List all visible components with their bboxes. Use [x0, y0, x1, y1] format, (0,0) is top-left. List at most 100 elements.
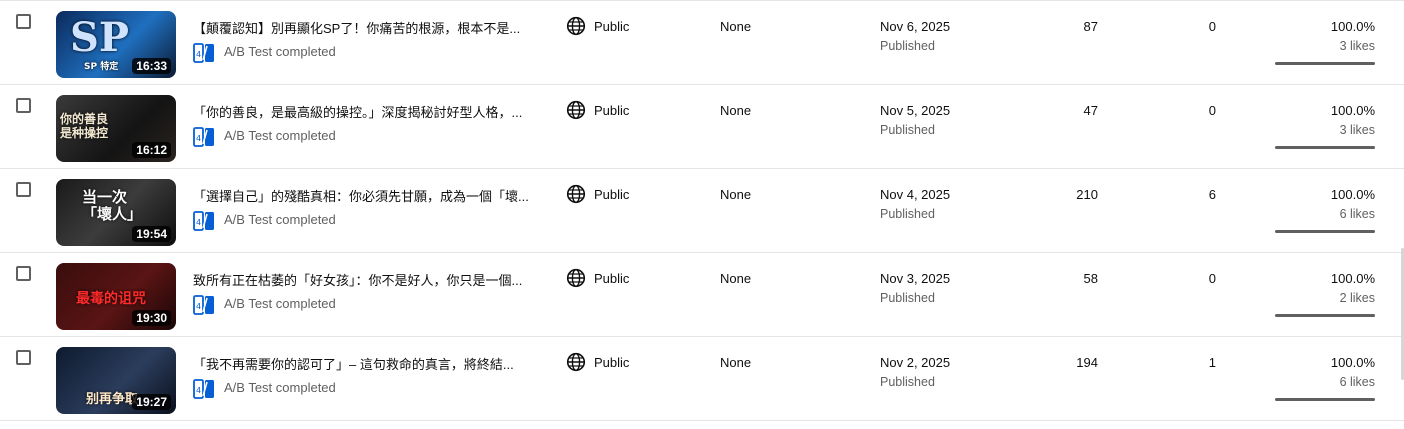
row-checkbox[interactable] — [16, 350, 31, 365]
ab-test-icon: 4 — [193, 211, 214, 231]
ab-test-icon: 4 — [193, 295, 214, 315]
video-title[interactable]: 「你的善良，是最高級的操控。」深度揭秘討好型人格，... — [193, 102, 533, 121]
likes-percentage: 100.0% — [1330, 187, 1375, 202]
publish-date: Nov 6, 2025 — [880, 19, 951, 34]
thumbnail-subcaption: SP 特定 — [84, 62, 119, 72]
likes-percentage: 100.0% — [1330, 271, 1375, 286]
likes-count: 2 likes — [1339, 291, 1375, 305]
ab-test-status: A/B Test completed — [224, 128, 336, 143]
thumbnail-caption: 你的善良 是种操控 — [60, 112, 109, 140]
views-count: 87 — [1083, 19, 1098, 34]
likes-bar-fill — [1275, 146, 1375, 149]
visibility-value[interactable]: Public — [594, 187, 629, 202]
globe-icon — [566, 268, 586, 288]
table-row[interactable]: 别再争取 19:27 「我不再需要你的認可了」– 這句救命的真言，將終結... … — [0, 337, 1404, 421]
publish-status: Published — [880, 123, 935, 137]
video-thumbnail[interactable]: SP SP 特定 16:33 — [56, 11, 176, 78]
video-duration: 19:54 — [132, 226, 171, 242]
likes-bar — [1275, 398, 1375, 401]
video-title[interactable]: 【顛覆認知】別再顯化SP了！你痛苦的根源，根本不是... — [193, 18, 533, 37]
likes-count: 6 likes — [1339, 207, 1375, 221]
visibility-value[interactable]: Public — [594, 271, 629, 286]
table-row[interactable]: 你的善良 是种操控 16:12 「你的善良，是最高級的操控。」深度揭秘討好型人格… — [0, 85, 1404, 169]
video-thumbnail[interactable]: 最毒的诅咒 19:30 — [56, 263, 176, 330]
svg-text:4: 4 — [196, 50, 201, 59]
ab-test-icon: 4 — [193, 43, 214, 63]
likes-count: 3 likes — [1339, 39, 1375, 53]
visibility-value[interactable]: Public — [594, 355, 629, 370]
likes-percentage: 100.0% — [1330, 19, 1375, 34]
publish-status: Published — [880, 207, 935, 221]
publish-status: Published — [880, 291, 935, 305]
comments-count: 0 — [1208, 271, 1216, 286]
comments-count: 0 — [1208, 103, 1216, 118]
thumbnail-caption: 最毒的诅咒 — [76, 291, 146, 307]
ab-test-status: A/B Test completed — [224, 44, 336, 59]
likes-bar-fill — [1275, 314, 1375, 317]
globe-icon — [566, 100, 586, 120]
video-thumbnail[interactable]: 别再争取 19:27 — [56, 347, 176, 414]
comments-count: 0 — [1208, 19, 1216, 34]
video-title[interactable]: 致所有正在枯萎的「好女孩」：你不是好人，你只是一個... — [193, 270, 533, 289]
table-row[interactable]: SP SP 特定 16:33 【顛覆認知】別再顯化SP了！你痛苦的根源，根本不是… — [0, 1, 1404, 85]
svg-text:4: 4 — [196, 218, 201, 227]
video-title[interactable]: 「我不再需要你的認可了」– 這句救命的真言，將終結... — [193, 354, 533, 373]
globe-icon — [566, 184, 586, 204]
likes-bar — [1275, 314, 1375, 317]
svg-text:4: 4 — [196, 134, 201, 143]
row-checkbox[interactable] — [16, 14, 31, 29]
likes-bar-fill — [1275, 398, 1375, 401]
views-count: 47 — [1083, 103, 1098, 118]
svg-text:4: 4 — [196, 302, 201, 311]
restrictions-value: None — [720, 187, 752, 202]
likes-percentage: 100.0% — [1330, 355, 1375, 370]
video-duration: 19:27 — [132, 394, 171, 410]
visibility-value[interactable]: Public — [594, 19, 629, 34]
publish-status: Published — [880, 39, 935, 53]
ab-test-icon: 4 — [193, 127, 214, 147]
thumbnail-caption: 别再争取 — [86, 392, 139, 407]
ab-test-icon: 4 — [193, 379, 214, 399]
table-row[interactable]: 当一次 「壞人」 19:54 「選擇自己」的殘酷真相：你必須先甘願，成為一個「壞… — [0, 169, 1404, 253]
comments-count: 1 — [1208, 355, 1216, 370]
restrictions-value: None — [720, 19, 752, 34]
likes-bar — [1275, 230, 1375, 233]
likes-bar-fill — [1275, 230, 1375, 233]
restrictions-value: None — [720, 271, 752, 286]
likes-count: 3 likes — [1339, 123, 1375, 137]
row-checkbox[interactable] — [16, 182, 31, 197]
video-duration: 16:33 — [132, 58, 171, 74]
publish-date: Nov 4, 2025 — [880, 187, 951, 202]
views-count: 210 — [1076, 187, 1098, 202]
likes-bar — [1275, 62, 1375, 65]
thumbnail-caption: 当一次 「壞人」 — [82, 188, 143, 224]
publish-date: Nov 5, 2025 — [880, 103, 951, 118]
restrictions-value: None — [720, 355, 752, 370]
publish-date: Nov 3, 2025 — [880, 271, 951, 286]
publish-date: Nov 2, 2025 — [880, 355, 951, 370]
likes-percentage: 100.0% — [1330, 103, 1375, 118]
views-count: 58 — [1083, 271, 1098, 286]
views-count: 194 — [1076, 355, 1098, 370]
globe-icon — [566, 16, 586, 36]
ab-test-status: A/B Test completed — [224, 296, 336, 311]
likes-bar — [1275, 146, 1375, 149]
ab-test-status: A/B Test completed — [224, 212, 336, 227]
table-row[interactable]: 最毒的诅咒 19:30 致所有正在枯萎的「好女孩」：你不是好人，你只是一個...… — [0, 253, 1404, 337]
row-checkbox[interactable] — [16, 266, 31, 281]
globe-icon — [566, 352, 586, 372]
thumbnail-caption: SP — [70, 14, 129, 61]
row-checkbox[interactable] — [16, 98, 31, 113]
video-duration: 19:30 — [132, 310, 171, 326]
restrictions-value: None — [720, 103, 752, 118]
visibility-value[interactable]: Public — [594, 103, 629, 118]
svg-text:4: 4 — [196, 386, 201, 395]
publish-status: Published — [880, 375, 935, 389]
video-title[interactable]: 「選擇自己」的殘酷真相：你必須先甘願，成為一個「壞... — [193, 186, 533, 205]
video-thumbnail[interactable]: 当一次 「壞人」 19:54 — [56, 179, 176, 246]
comments-count: 6 — [1208, 187, 1216, 202]
likes-bar-fill — [1275, 62, 1375, 65]
video-duration: 16:12 — [132, 142, 171, 158]
video-thumbnail[interactable]: 你的善良 是种操控 16:12 — [56, 95, 176, 162]
ab-test-status: A/B Test completed — [224, 380, 336, 395]
